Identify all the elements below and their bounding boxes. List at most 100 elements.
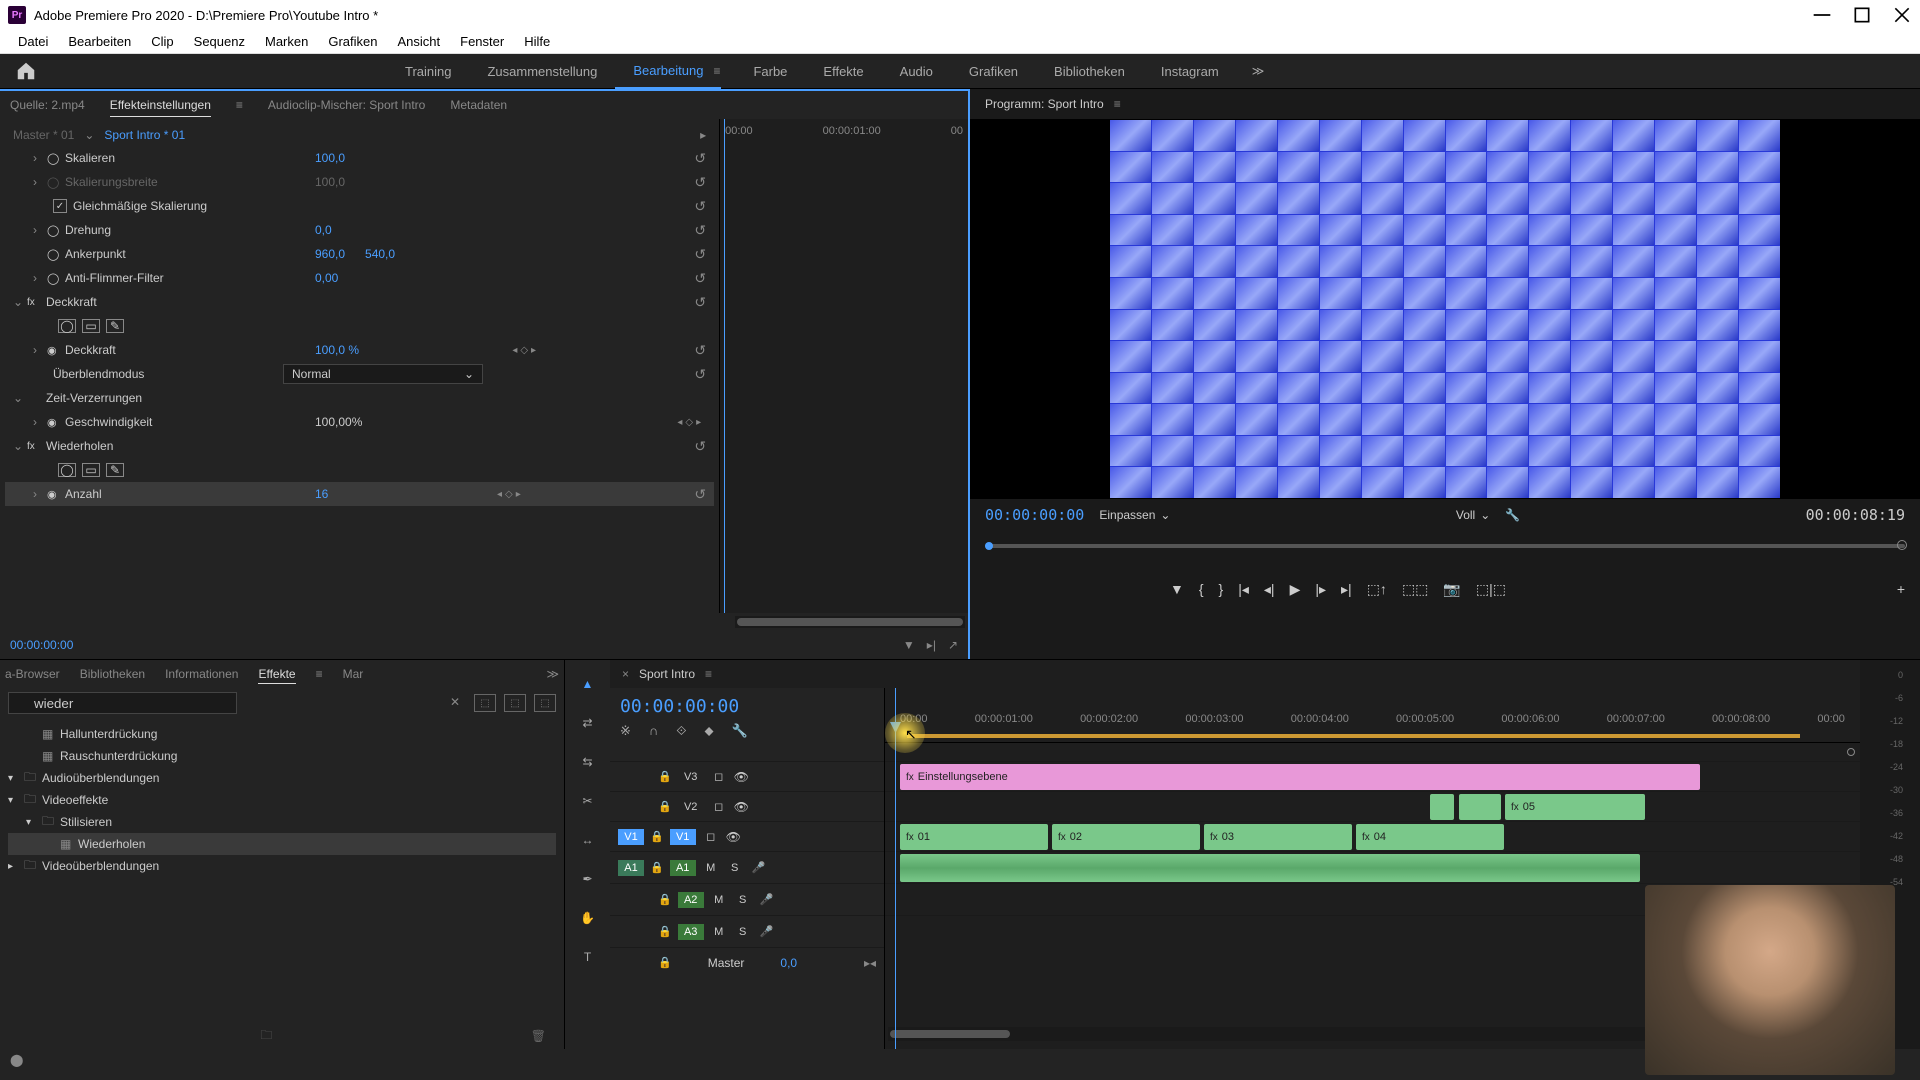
track-header-a3[interactable]: 🔒 A3 M S 🎤 — [610, 915, 884, 947]
track-label[interactable]: A3 — [678, 924, 704, 940]
kf-prev-icon[interactable]: ◂ — [677, 417, 682, 428]
lock-icon[interactable]: 🔒 — [658, 925, 672, 938]
track-label[interactable]: V1 — [670, 829, 696, 845]
workspace-effekte[interactable]: Effekte — [805, 54, 881, 89]
expand-icon[interactable]: ▾ — [8, 795, 24, 806]
fx-filter-accel-icon[interactable]: ⬚ — [474, 694, 496, 712]
workspace-active-menu-icon[interactable]: ≡ — [713, 64, 720, 78]
clear-search-icon[interactable]: ✕ — [450, 695, 460, 709]
voice-icon[interactable]: 🎤 — [758, 893, 776, 906]
tab-effekte[interactable]: Effekte — [258, 665, 295, 684]
linked-selection-icon[interactable]: ∩ — [649, 723, 658, 739]
stopwatch-icon[interactable]: ◉ — [47, 344, 65, 357]
settings-icon[interactable]: ⬥ — [705, 723, 714, 739]
expand-icon[interactable]: › — [33, 175, 47, 189]
tab-mar[interactable]: Mar — [343, 665, 364, 683]
program-viewer[interactable] — [970, 119, 1920, 499]
mask-pen-icon[interactable]: ✎ — [106, 319, 124, 333]
val-skalieren[interactable]: 100,0 — [315, 151, 345, 165]
type-tool-icon[interactable]: T — [576, 945, 600, 969]
voice-icon[interactable]: 🎤 — [758, 925, 776, 938]
kf-prev-icon[interactable]: ◂ — [497, 489, 502, 500]
selection-tool-icon[interactable]: ▲ — [576, 672, 600, 696]
track-label[interactable]: V3 — [678, 769, 704, 785]
menu-ansicht[interactable]: Ansicht — [387, 34, 450, 49]
source-patch-a1[interactable]: A1 — [618, 860, 644, 876]
lock-icon[interactable]: 🔒 — [658, 800, 672, 813]
track-header-master[interactable]: 🔒 Master 0,0 ▸◂ — [610, 947, 884, 977]
workspace-training[interactable]: Training — [387, 54, 469, 89]
scrub-handle[interactable] — [985, 542, 993, 550]
lock-icon[interactable]: 🔒 — [650, 861, 664, 874]
razor-tool-icon[interactable]: ✂ — [576, 789, 600, 813]
effect-controls-timeline[interactable]: 00:00 00:00:01:00 00 — [719, 119, 968, 613]
dropdown-blendmodus[interactable]: Normal⌄ — [283, 364, 483, 384]
mark-out-icon[interactable]: } — [1219, 581, 1224, 597]
mask-ellipse-icon[interactable]: ◯ — [58, 319, 76, 333]
effects-tree-item[interactable]: ▦Hallunterdrückung — [8, 723, 556, 745]
mask-rect-icon[interactable]: ▭ — [82, 319, 100, 333]
tab-effekteinstellungen[interactable]: Effekteinstellungen — [110, 94, 211, 117]
stopwatch-icon[interactable]: ◉ — [47, 416, 65, 429]
workspace-bearbeitung[interactable]: Bearbeitung — [615, 54, 721, 89]
mute-icon[interactable]: M — [702, 862, 720, 874]
solo-icon[interactable]: S — [734, 926, 752, 938]
kf-add-icon[interactable]: ◇ — [505, 489, 513, 500]
checkbox-gleichmassig[interactable]: ✓ — [53, 199, 67, 213]
tabs-overflow-icon[interactable]: ≫ — [546, 667, 559, 681]
reset-icon[interactable]: ↺ — [694, 438, 706, 455]
expand-icon[interactable]: ⌄ — [13, 295, 27, 309]
workspace-audio[interactable]: Audio — [882, 54, 951, 89]
clip-02[interactable]: fx 02 — [1052, 824, 1200, 850]
kf-next-icon[interactable]: ▸ — [696, 417, 701, 428]
mark-in-icon[interactable]: { — [1199, 581, 1204, 597]
clip-01[interactable]: fx 01 — [900, 824, 1048, 850]
sync-lock-icon[interactable]: ◻ — [710, 800, 728, 813]
effects-tree-item[interactable]: ▾🗀Stilisieren — [8, 811, 556, 833]
master-goto-icon[interactable]: ▸◂ — [864, 956, 876, 970]
workspace-overflow-icon[interactable]: ≫ — [1252, 64, 1265, 78]
workspace-farbe[interactable]: Farbe — [735, 54, 805, 89]
expand-icon[interactable]: ⌄ — [13, 439, 27, 453]
workspace-zusammenstellung[interactable]: Zusammenstellung — [469, 54, 615, 89]
timeline-timecode[interactable]: 00:00:00:00 — [620, 696, 874, 717]
clip-03[interactable]: fx 03 — [1204, 824, 1352, 850]
ec-icon-2[interactable]: ↗ — [948, 638, 958, 652]
extract-icon[interactable]: ⬚⬚ — [1402, 581, 1428, 598]
val-anzahl[interactable]: 16 — [315, 487, 328, 501]
expand-icon[interactable]: › — [33, 271, 47, 285]
ec-timecode[interactable]: 00:00:00:00 — [10, 638, 73, 652]
expand-icon[interactable]: › — [33, 487, 47, 501]
stopwatch-icon[interactable]: ◯ — [47, 224, 65, 237]
kf-add-icon[interactable]: ◇ — [685, 417, 693, 428]
slip-tool-icon[interactable]: ↔ — [576, 828, 600, 852]
stopwatch-icon[interactable]: ◉ — [47, 488, 65, 501]
work-area-bar[interactable] — [907, 734, 1800, 738]
lift-icon[interactable]: ⬚↑ — [1367, 581, 1387, 598]
menu-grafiken[interactable]: Grafiken — [318, 34, 387, 49]
solo-icon[interactable]: S — [726, 862, 744, 874]
delete-icon[interactable]: 🗑 — [531, 1029, 546, 1043]
clip-04[interactable]: fx 04 — [1356, 824, 1504, 850]
export-frame-icon[interactable]: 📷 — [1443, 581, 1460, 598]
menu-marken[interactable]: Marken — [255, 34, 318, 49]
solo-icon[interactable]: S — [734, 894, 752, 906]
scrollbar-thumb[interactable] — [890, 1030, 1010, 1038]
workspace-instagram[interactable]: Instagram — [1143, 54, 1237, 89]
maximize-button[interactable] — [1852, 5, 1872, 25]
reset-icon[interactable]: ↺ — [694, 342, 706, 359]
fx-filter-32-icon[interactable]: ⬚ — [504, 694, 526, 712]
wrench-icon[interactable]: 🔧 — [1505, 508, 1520, 522]
program-fit-dropdown[interactable]: Einpassen⌄ — [1099, 508, 1170, 522]
track-label[interactable]: V2 — [678, 799, 704, 815]
fx-badge-icon[interactable]: fx — [27, 441, 41, 452]
track-header-v3[interactable]: 🔒 V3 ◻ 👁 — [610, 761, 884, 791]
eye-icon[interactable]: 👁 — [734, 800, 752, 814]
step-forward-icon[interactable]: |▸ — [1315, 581, 1326, 598]
workspace-bibliotheken[interactable]: Bibliotheken — [1036, 54, 1143, 89]
track-label[interactable]: A2 — [678, 892, 704, 908]
program-menu-icon[interactable]: ≡ — [1114, 97, 1121, 111]
sync-lock-icon[interactable]: ◻ — [710, 770, 728, 783]
mute-icon[interactable]: M — [710, 894, 728, 906]
wrench-icon[interactable]: 🔧 — [732, 723, 748, 739]
